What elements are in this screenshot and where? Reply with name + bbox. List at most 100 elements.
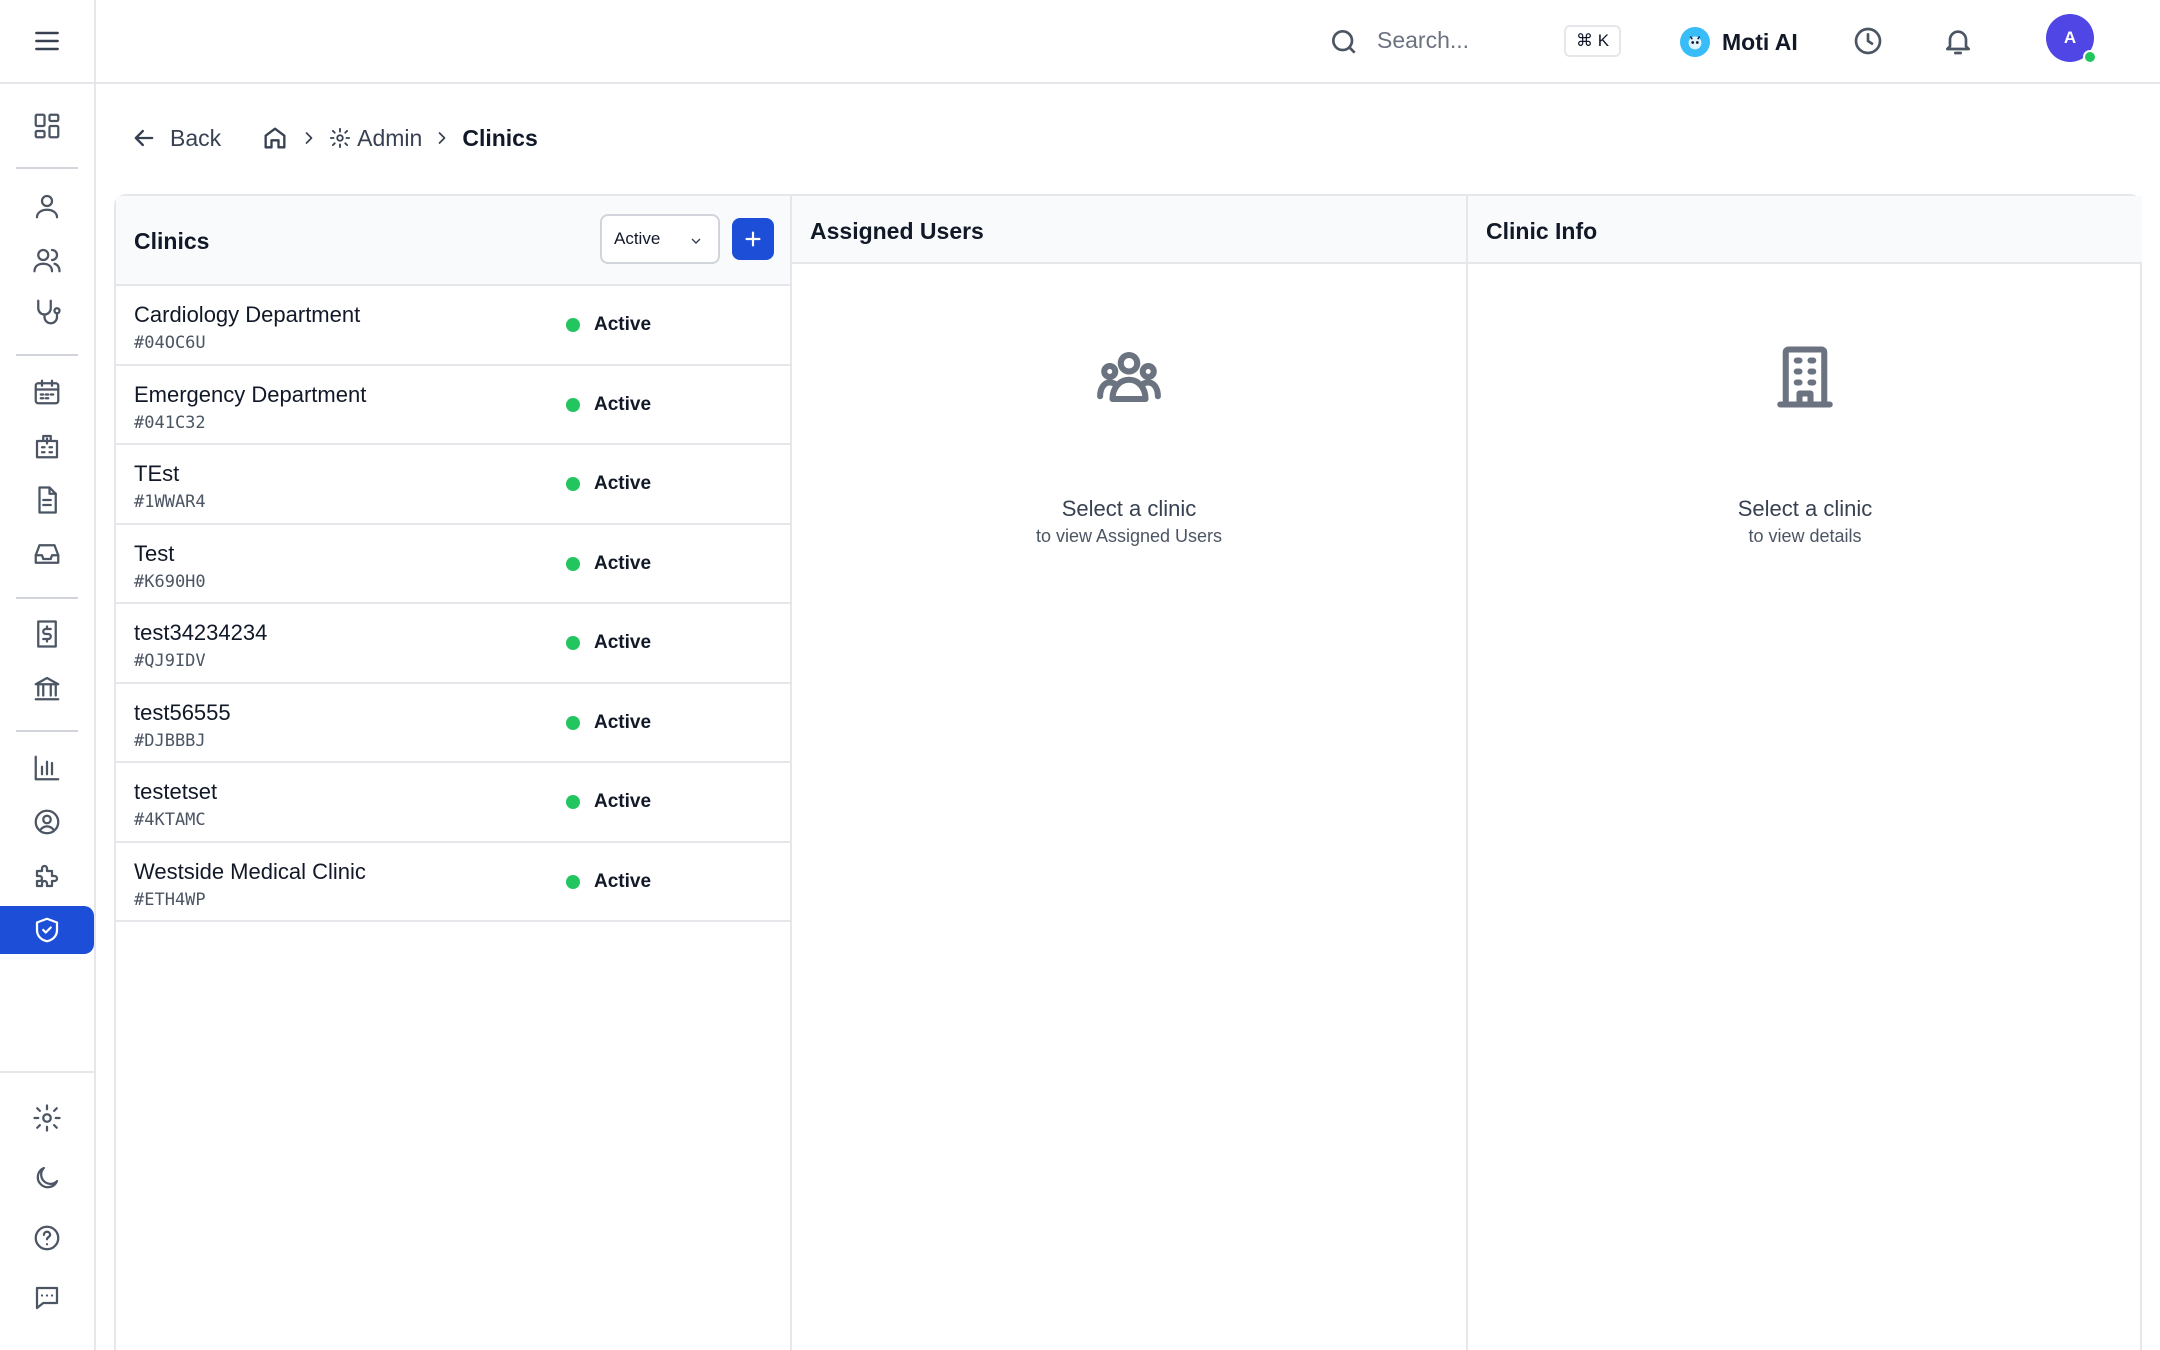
clinic-info-header: Clinic Info <box>1468 196 2142 264</box>
sidebar-header <box>0 0 94 84</box>
home-icon[interactable] <box>261 124 289 152</box>
list-item[interactable]: testetset #4KTAMC Active <box>116 763 790 843</box>
calendar-icon <box>34 379 60 405</box>
receipt-dollar-icon <box>37 620 57 648</box>
search-input[interactable]: Search... <box>1377 27 1469 54</box>
status-badge: Active <box>566 314 651 336</box>
bell-icon[interactable] <box>1942 25 1974 57</box>
status-dot <box>566 318 580 332</box>
sidebar-item-admin[interactable] <box>0 906 94 954</box>
building-icon <box>1772 344 1838 410</box>
clinic-id: #DJBBBJ <box>134 730 206 751</box>
breadcrumb: Back Admin Clinics <box>130 120 538 156</box>
sidebar-item-user[interactable] <box>0 182 94 230</box>
add-clinic-button[interactable] <box>732 218 774 260</box>
clinic-id: #K690H0 <box>134 571 206 592</box>
clinic-name: TEst <box>134 461 180 486</box>
search-shortcut-badge: ⌘ K <box>1564 25 1622 57</box>
sidebar-divider <box>16 167 78 169</box>
sidebar-item-settings[interactable] <box>0 1094 94 1142</box>
status-filter-select[interactable]: Active <box>600 214 720 264</box>
clinic-name: test34234234 <box>134 620 268 645</box>
bar-chart-icon <box>34 755 60 781</box>
status-dot <box>566 636 580 650</box>
assistant-logo-icon <box>1680 27 1710 57</box>
sidebar-item-documents[interactable] <box>0 476 94 524</box>
sidebar-item-theme[interactable] <box>0 1154 94 1202</box>
assigned-users-panel: Assigned Users Select a clinic to view A… <box>792 196 1468 1350</box>
status-label: Active <box>594 393 652 415</box>
clinic-list: Cardiology Department #04OC6U Active Emerge… <box>116 286 790 922</box>
status-label: Active <box>594 473 652 494</box>
list-item[interactable]: Emergency Department #041C32 Active <box>116 365 790 445</box>
clinics-panel: Clinics Active Cardiology Department #04O… <box>116 196 792 1350</box>
status-badge: Active <box>566 712 651 734</box>
chevron-right-icon <box>305 132 313 144</box>
list-item[interactable]: Test #K690H0 Active <box>116 524 790 604</box>
sidebar-item-help[interactable] <box>0 1214 94 1262</box>
shield-check-icon <box>35 917 59 943</box>
back-button[interactable]: Back <box>130 124 221 152</box>
inbox-icon <box>34 544 60 564</box>
sidebar-item-reports[interactable] <box>0 744 94 792</box>
clinic-id: #ETH4WP <box>134 889 206 910</box>
moon-icon <box>36 1166 59 1189</box>
sidebar-divider <box>0 1071 94 1073</box>
status-badge: Active <box>566 871 651 893</box>
dashboard-icon <box>34 113 60 139</box>
status-dot <box>566 397 580 412</box>
sidebar-item-providers[interactable] <box>0 288 94 336</box>
status-label: Active <box>594 314 652 335</box>
breadcrumb-admin-label: Admin <box>357 124 423 151</box>
panel-title: Clinic Info <box>1486 218 1598 244</box>
empty-state-subtitle: to view Assigned Users <box>1035 526 1223 546</box>
list-item[interactable]: TEst #1WWAR4 Active <box>116 445 790 525</box>
assistant-button[interactable]: Moti AI <box>1680 24 1798 60</box>
status-dot <box>566 874 580 889</box>
sidebar-item-integrations[interactable] <box>0 852 94 900</box>
assistant-label: Moti AI <box>1722 28 1798 55</box>
sidebar-item-calendar[interactable] <box>0 368 94 416</box>
list-item[interactable]: test34234234 #QJ9IDV Active <box>116 604 790 684</box>
panel-title: Clinics <box>134 228 210 254</box>
status-badge: Active <box>566 553 651 575</box>
list-item[interactable]: Westside Medical Clinic #ETH4WP Active <box>116 842 790 922</box>
clinic-name: Westside Medical Clinic <box>134 858 366 884</box>
assigned-users-header: Assigned Users <box>792 196 1466 264</box>
document-icon <box>38 486 57 514</box>
history-icon[interactable] <box>1852 25 1884 57</box>
clinic-name: Test <box>134 540 175 566</box>
hospital-icon <box>35 434 59 459</box>
sidebar-item-chat[interactable] <box>0 1274 94 1322</box>
sidebar-item-bank[interactable] <box>0 664 94 712</box>
status-badge: Active <box>566 632 651 654</box>
menu-icon[interactable] <box>31 25 63 57</box>
plus-icon <box>745 231 761 247</box>
stethoscope-icon <box>37 299 61 325</box>
gear-icon <box>330 127 351 149</box>
sidebar-item-users[interactable] <box>0 236 94 284</box>
users-icon <box>33 248 61 273</box>
clinic-name: Cardiology Department <box>134 302 361 327</box>
clinic-name: testetset <box>134 779 218 804</box>
list-item[interactable]: test56555 #DJBBBJ Active <box>116 683 790 763</box>
status-badge: Active <box>566 473 651 495</box>
sidebar-item-dashboard[interactable] <box>0 102 94 150</box>
help-circle-icon <box>34 1225 60 1251</box>
breadcrumb-admin[interactable]: Admin <box>329 125 422 152</box>
chevron-right-icon <box>439 132 446 144</box>
chevron-down-icon <box>691 238 701 244</box>
clinics-panel-header: Clinics Active <box>116 196 790 286</box>
back-label: Back <box>170 124 222 151</box>
online-status-dot <box>2083 50 2097 64</box>
sidebar-item-inbox[interactable] <box>0 530 94 578</box>
list-item[interactable]: Cardiology Department #04OC6U Active <box>116 286 790 366</box>
search-icon[interactable] <box>1328 26 1360 58</box>
sidebar-item-profile[interactable] <box>0 798 94 846</box>
sidebar-item-hospital[interactable] <box>0 422 94 470</box>
status-filter-value: Active <box>614 229 661 248</box>
status-label: Active <box>594 711 652 733</box>
sidebar-divider <box>16 597 78 599</box>
status-dot <box>566 715 580 730</box>
sidebar-item-billing[interactable] <box>0 610 94 658</box>
